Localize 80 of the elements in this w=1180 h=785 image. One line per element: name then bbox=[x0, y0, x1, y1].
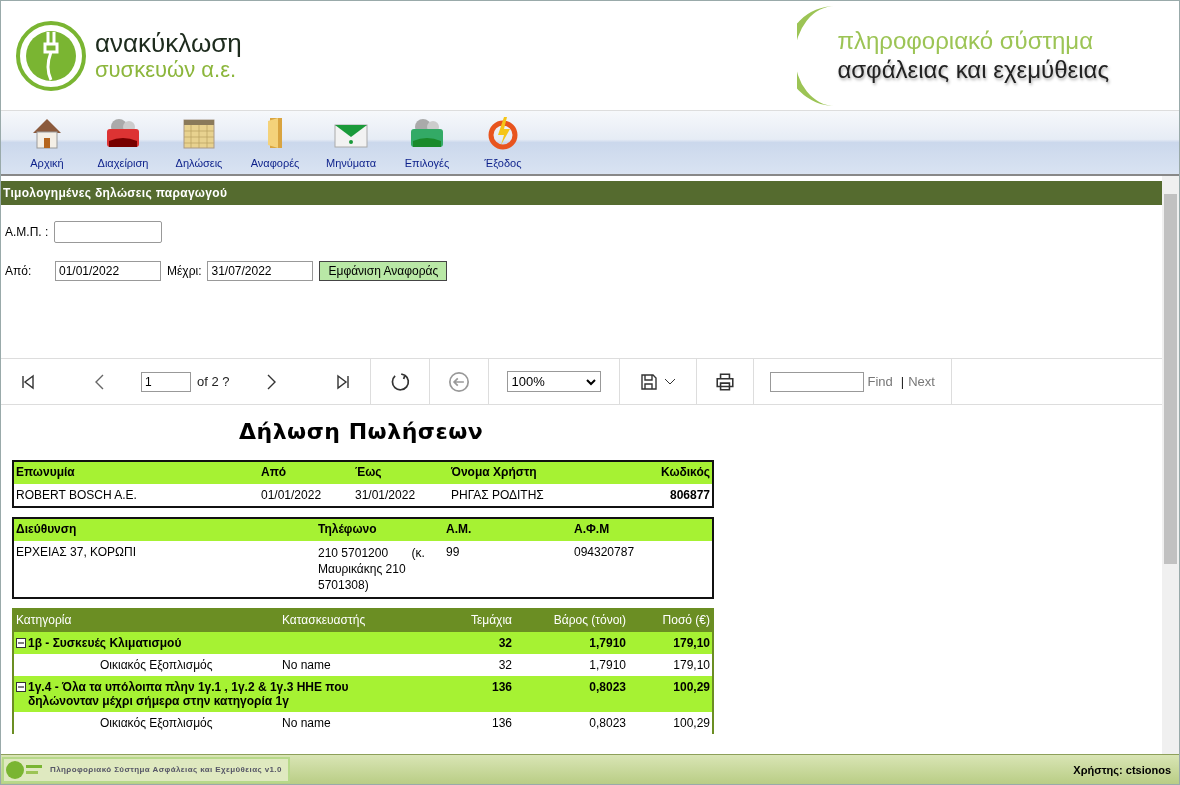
zoom-select[interactable]: 100% bbox=[506, 371, 601, 392]
column-header: Α.Φ.Μ bbox=[572, 519, 712, 541]
table-cell-text: ΕΡΧΕΙΑΣ 37, ΚΟΡΩΠΙ bbox=[15, 544, 138, 561]
find-link[interactable]: Find bbox=[867, 374, 893, 389]
date-input[interactable]: 31/07/2022 bbox=[207, 261, 314, 281]
table-cell-text: 136 bbox=[490, 715, 513, 732]
table-cell-text: No name bbox=[281, 715, 332, 732]
nav-button[interactable]: Έξοδος bbox=[465, 115, 541, 174]
table-cell: 0,8023 bbox=[514, 676, 628, 712]
system-title: πληροφοριακό σύστημα bbox=[837, 26, 1095, 55]
column-header: Όνομα Χρήστη bbox=[449, 462, 639, 484]
table-cell-text: Οικιακός Εξοπλισμός bbox=[99, 657, 214, 674]
nav-button[interactable]: Αρχική bbox=[9, 115, 85, 174]
print-icon[interactable] bbox=[714, 371, 735, 392]
collapse-icon[interactable] bbox=[16, 638, 26, 648]
nav-button[interactable]: Μηνύματα bbox=[313, 115, 389, 174]
field-label: Μέχρι: bbox=[167, 264, 202, 278]
app-version: Πληροφοριακό Σύστημα Ασφάλειας και Εχεμύθειας v1.0 bbox=[50, 765, 282, 774]
nav-button[interactable]: Επιλογές bbox=[389, 115, 465, 174]
table-cell-text: 806877 bbox=[668, 487, 711, 504]
nav-button[interactable]: Διαχείριση bbox=[85, 115, 161, 174]
column-header: Α.Μ. bbox=[444, 519, 572, 541]
table-cell-text: 99 bbox=[445, 544, 461, 561]
page-count: of 2 ? bbox=[197, 374, 230, 389]
next-link[interactable]: Next bbox=[908, 374, 935, 389]
column-header: Τηλέφωνο bbox=[316, 519, 444, 541]
nav-button[interactable]: Αναφορές bbox=[237, 115, 313, 174]
column-header: Τεμάχια bbox=[404, 610, 514, 632]
table-cell: 100,29 bbox=[628, 676, 712, 712]
company-name: ανακύκλωση bbox=[95, 28, 242, 57]
column-header: Κατασκευαστής bbox=[280, 610, 404, 632]
nav-button[interactable]: Δηλώσεις bbox=[161, 115, 237, 174]
table-cell: 179,10 bbox=[628, 632, 712, 654]
table-cell-text: 31/01/2022 bbox=[354, 487, 417, 504]
company-subtitle: συσκευών α.ε. bbox=[95, 56, 237, 83]
back-icon[interactable] bbox=[447, 370, 470, 393]
column-header: Βάρος (τόνοι) bbox=[514, 610, 628, 632]
current-user: Χρήστης: ctsionos bbox=[1073, 763, 1171, 776]
system-subtitle: ασφάλειας και εχεμύθειας bbox=[837, 54, 1109, 85]
table-cell-text: ΡΗΓΑΣ ΡΟΔΙΤΗΣ bbox=[450, 487, 545, 504]
collapse-icon[interactable] bbox=[16, 682, 26, 692]
caret-icon bbox=[663, 377, 676, 386]
show-report-button[interactable]: Εμφάνιση Αναφοράς bbox=[319, 261, 448, 281]
caret-icon bbox=[585, 377, 596, 386]
separator: | bbox=[900, 374, 905, 389]
table-cell-text: 32 bbox=[497, 657, 513, 674]
group-name: 1β - Συσκευές Κλιματισμού bbox=[28, 636, 182, 650]
table-cell-text: 01/01/2022 bbox=[260, 487, 323, 504]
table-cell-text: ROBERT BOSCH A.E. bbox=[15, 487, 138, 504]
report-title: Δήλωση Πωλήσεων bbox=[239, 419, 485, 444]
column-header: Επωνυμία bbox=[14, 462, 259, 484]
table-cell-text: 1,7910 bbox=[588, 657, 627, 674]
section-title: Τιμολογημένες δηλώσεις παραγωγού bbox=[1, 181, 1162, 205]
column-header: Από bbox=[259, 462, 353, 484]
field-label: Α.Μ.Π. : bbox=[5, 225, 49, 239]
scroll-thumb[interactable] bbox=[1164, 194, 1177, 564]
save-icon[interactable] bbox=[639, 372, 658, 391]
field-label: Από: bbox=[5, 264, 33, 278]
page-input[interactable]: 1 bbox=[141, 371, 191, 392]
column-header: Κατηγορία bbox=[14, 610, 280, 632]
date-input[interactable]: 01/01/2022 bbox=[55, 261, 161, 281]
table-cell-text: 0,8023 bbox=[588, 715, 627, 732]
group-name: 1γ.4 - Όλα τα υπόλοιπα πλην 1γ.1 , 1γ.2 & 1γ.3 ΗΗΕ που δηλώνονταν μέχρι σήμερα στην κατηγορία 1γ bbox=[28, 680, 350, 708]
find-input[interactable] bbox=[769, 371, 864, 392]
table-cell-text: Οικιακός Εξοπλισμός bbox=[99, 715, 214, 732]
column-header: Έως bbox=[353, 462, 449, 484]
table-cell-text: 210 5701200 (κ. Μαυρικάκης 210 5701308) bbox=[317, 545, 426, 594]
first-page-icon[interactable] bbox=[19, 372, 37, 391]
table-cell-text: 094320787 bbox=[573, 544, 636, 561]
table-cell-text: No name bbox=[281, 657, 332, 674]
column-header: Ποσό (€) bbox=[628, 610, 712, 632]
amp-input[interactable] bbox=[54, 221, 163, 243]
table-cell: 1,7910 bbox=[514, 632, 628, 654]
table-cell-text: 179,10 bbox=[672, 657, 711, 674]
table-cell: 32 bbox=[404, 632, 514, 654]
table-cell-text: 100,29 bbox=[672, 715, 711, 732]
logo-icon bbox=[4, 758, 44, 781]
table-cell: 136 bbox=[404, 676, 514, 712]
column-header: Κωδικός bbox=[639, 462, 712, 484]
column-header: Διεύθυνση bbox=[14, 519, 316, 541]
